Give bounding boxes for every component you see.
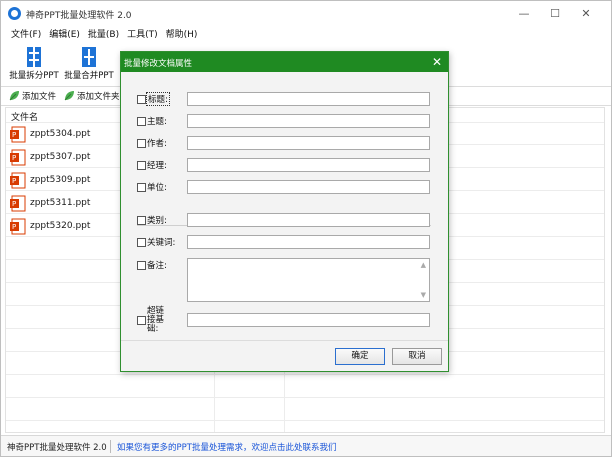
- file-row[interactable]: P zppt5309.ppt: [9, 171, 90, 189]
- file-row[interactable]: P zppt5311.ppt: [9, 194, 90, 212]
- file-name: zppt5307.ppt: [30, 152, 91, 162]
- add-file-label: 添加文件: [22, 92, 57, 102]
- dialog-title-bar: 批量修改文档属性 ✕: [121, 52, 448, 72]
- ppt-file-icon: P: [10, 218, 26, 234]
- category-input[interactable]: [187, 213, 430, 227]
- file-name: zppt5320.ppt: [30, 221, 91, 231]
- title-checkbox[interactable]: [137, 94, 146, 104]
- hyperlink-input[interactable]: [187, 313, 430, 327]
- minimize-button[interactable]: —: [513, 5, 535, 23]
- svg-text:P: P: [12, 177, 16, 185]
- title-bar: 神奇PPT批量处理软件 2.0 — ☐ ✕: [1, 1, 611, 27]
- add-file-icon: [9, 91, 19, 101]
- status-separator: [110, 440, 111, 453]
- category-field: 类别:: [137, 213, 167, 227]
- dialog-title: 批量修改文档属性: [124, 59, 193, 69]
- author-checkbox[interactable]: [137, 138, 146, 148]
- close-window-button[interactable]: ✕: [575, 5, 597, 23]
- window-title: 神奇PPT批量处理软件 2.0: [26, 11, 132, 21]
- svg-text:P: P: [12, 131, 16, 139]
- app-logo-icon: [8, 7, 21, 20]
- manager-label: 经理:: [147, 161, 167, 171]
- add-file-button[interactable]: 添加文件: [8, 90, 56, 102]
- subject-field: 主题:: [137, 114, 167, 128]
- ppt-file-icon: P: [10, 195, 26, 211]
- hyperlink-field: 超链接基础:: [137, 306, 169, 333]
- svg-text:P: P: [12, 200, 16, 208]
- keywords-checkbox[interactable]: [137, 237, 146, 247]
- title-input[interactable]: [187, 92, 430, 106]
- ppt-file-icon: P: [10, 172, 26, 188]
- title-label: 标题:: [146, 92, 170, 106]
- maximize-button[interactable]: ☐: [544, 5, 566, 23]
- menu-help[interactable]: 帮助(H): [162, 27, 202, 44]
- author-input[interactable]: [187, 136, 430, 150]
- add-folder-label: 添加文件夹: [77, 92, 120, 102]
- keywords-input[interactable]: [187, 235, 430, 249]
- ppt-file-icon: P: [10, 149, 26, 165]
- file-row[interactable]: P zppt5320.ppt: [9, 217, 90, 235]
- subject-label: 主题:: [147, 117, 167, 127]
- comments-label: 备注:: [147, 261, 167, 271]
- split-ppt-label: 批量拆分PPT: [9, 71, 59, 81]
- category-checkbox[interactable]: [137, 215, 146, 225]
- manager-field: 经理:: [137, 158, 167, 172]
- dialog-footer: 确定 取消: [121, 340, 448, 371]
- hyperlink-label: 超链接基础:: [147, 305, 165, 334]
- split-icon: [27, 47, 41, 67]
- file-row[interactable]: P zppt5304.ppt: [9, 125, 90, 143]
- status-bar: 神奇PPT批量处理软件 2.0 如果您有更多的PPT批量处理需求，欢迎点击此处联…: [1, 435, 611, 456]
- keywords-label: 关键词:: [147, 238, 176, 248]
- merge-ppt-button[interactable]: 批量合并PPT: [63, 46, 115, 86]
- menu-file[interactable]: 文件(F): [7, 27, 45, 44]
- cancel-button[interactable]: 取消: [392, 348, 442, 365]
- company-label: 单位:: [147, 183, 167, 193]
- add-folder-button[interactable]: 添加文件夹: [63, 90, 120, 102]
- dialog-body: 标题: 主题: 作者: 经理: 单位: 类别: 关键词: 备注: ▲ ▼ 超链接…: [121, 72, 448, 340]
- comments-field: 备注:: [137, 258, 167, 272]
- subject-input[interactable]: [187, 114, 430, 128]
- author-label: 作者:: [147, 139, 167, 149]
- hyperlink-checkbox[interactable]: [137, 315, 146, 325]
- status-app-name: 神奇PPT批量处理软件 2.0: [7, 443, 107, 453]
- company-checkbox[interactable]: [137, 182, 146, 192]
- author-field: 作者:: [137, 136, 167, 150]
- comments-checkbox[interactable]: [137, 260, 146, 270]
- svg-text:P: P: [12, 154, 16, 162]
- dialog-close-button[interactable]: ✕: [432, 55, 442, 69]
- menu-bar: 文件(F) 编辑(E) 批量(B) 工具(T) 帮助(H): [1, 27, 611, 44]
- row-divider: [6, 374, 604, 375]
- comments-textarea[interactable]: ▲ ▼: [187, 258, 430, 302]
- row-divider: [6, 397, 604, 398]
- keywords-field: 关键词:: [137, 235, 175, 249]
- menu-batch[interactable]: 批量(B): [84, 27, 123, 44]
- manager-checkbox[interactable]: [137, 160, 146, 170]
- app-window: 神奇PPT批量处理软件 2.0 — ☐ ✕ 文件(F) 编辑(E) 批量(B) …: [0, 0, 612, 457]
- company-field: 单位:: [137, 180, 167, 194]
- row-divider: [6, 420, 604, 421]
- split-ppt-button[interactable]: 批量拆分PPT: [8, 46, 60, 86]
- menu-tools[interactable]: 工具(T): [123, 27, 162, 44]
- menu-edit[interactable]: 编辑(E): [45, 27, 84, 44]
- scroll-up-icon[interactable]: ▲: [421, 261, 426, 269]
- manager-input[interactable]: [187, 158, 430, 172]
- scroll-down-icon[interactable]: ▼: [421, 291, 426, 299]
- ppt-file-icon: P: [10, 126, 26, 142]
- merge-ppt-label: 批量合并PPT: [64, 71, 114, 81]
- add-folder-icon: [64, 91, 74, 101]
- company-input[interactable]: [187, 180, 430, 194]
- merge-icon: [82, 47, 96, 67]
- properties-dialog: 批量修改文档属性 ✕ 标题: 主题: 作者: 经理: 单位: 类别: 关键词: …: [120, 51, 449, 372]
- file-row[interactable]: P zppt5307.ppt: [9, 148, 90, 166]
- ok-button[interactable]: 确定: [335, 348, 385, 365]
- file-name: zppt5309.ppt: [30, 175, 91, 185]
- title-field: 标题:: [137, 92, 170, 106]
- svg-text:P: P: [12, 223, 16, 231]
- file-name: zppt5304.ppt: [30, 129, 91, 139]
- file-name: zppt5311.ppt: [30, 198, 91, 208]
- contact-link[interactable]: 如果您有更多的PPT批量处理需求，欢迎点击此处联系我们: [117, 441, 336, 453]
- subject-checkbox[interactable]: [137, 116, 146, 126]
- category-label: 类别:: [147, 216, 167, 226]
